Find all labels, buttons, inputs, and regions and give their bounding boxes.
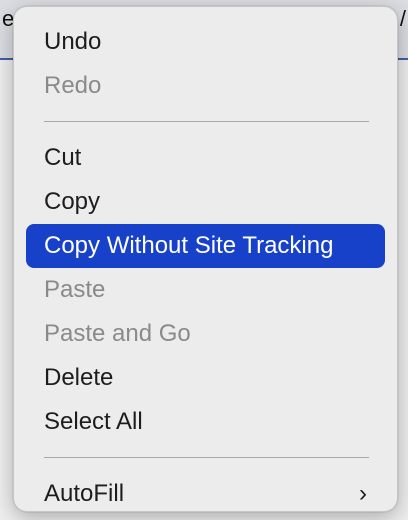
background-text-fragment-right: / [399, 6, 406, 31]
menu-item-paste: Paste [44, 276, 106, 303]
menu-item-redo: Redo [44, 72, 102, 99]
menu-item-copy-without-site-tracking[interactable]: Copy Without Site Tracking [26, 224, 385, 268]
menu-item-copy[interactable]: Copy [26, 180, 385, 224]
context-menu: Undo Redo Cut Copy Copy Without Site Tra… [13, 6, 398, 512]
menu-item-autofill[interactable]: AutoFill › [26, 472, 385, 516]
menu-item-cut[interactable]: Cut [26, 136, 385, 180]
chevron-right-icon: › [359, 480, 367, 507]
menu-item-undo[interactable]: Undo [26, 20, 385, 64]
menu-item-delete[interactable]: Delete [26, 356, 385, 400]
menu-item-paste-and-go: Paste and Go [44, 320, 191, 347]
menu-item-select-all[interactable]: Select All [26, 400, 385, 444]
menu-separator [44, 457, 369, 458]
menu-item-autofill-label: AutoFill [44, 480, 125, 507]
menu-separator [44, 121, 369, 122]
